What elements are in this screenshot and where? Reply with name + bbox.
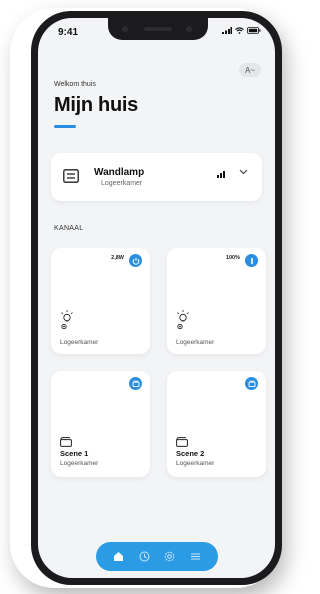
- device-selector-card[interactable]: Wandlamp Logeerkamer: [51, 153, 262, 201]
- tab-menu[interactable]: [187, 549, 203, 565]
- dim-level-badge: 100%: [225, 255, 240, 261]
- signal-strength-icon: [217, 171, 225, 178]
- lightbulb-icon: [177, 310, 189, 330]
- account-button[interactable]: A~: [239, 63, 261, 77]
- camera-icon: [122, 26, 128, 32]
- section-label: KANAAL: [54, 225, 84, 232]
- scene-room: Logeerkamer: [60, 460, 99, 467]
- status-time: 9:41: [58, 27, 79, 38]
- tab-home[interactable]: [111, 549, 127, 565]
- panel-icon: [63, 169, 79, 183]
- sensor-icon: [186, 26, 192, 32]
- power-reading-badge: 2,8W: [111, 255, 124, 261]
- power-icon[interactable]: [129, 254, 142, 267]
- cellular-icon: [222, 27, 232, 34]
- title-underline: [54, 125, 76, 128]
- status-icons: [222, 27, 261, 34]
- scene-icon: [60, 437, 72, 447]
- scene-tile[interactable]: Scene 2 Logeerkamer: [167, 371, 266, 477]
- scene-name: Scene 2: [176, 449, 205, 458]
- play-scene-icon[interactable]: [129, 377, 142, 390]
- scene-name: Scene 1: [60, 449, 89, 458]
- home-icon: [114, 552, 124, 561]
- lightbulb-icon: [61, 310, 73, 330]
- bottom-tab-bar: [96, 542, 218, 571]
- play-scene-icon[interactable]: [245, 377, 258, 390]
- channel-tile[interactable]: 100% Logeerkamer: [167, 248, 266, 354]
- scene-room: Logeerkamer: [176, 460, 215, 467]
- chevron-down-icon[interactable]: [239, 169, 248, 175]
- greeting-text: Welkom thuis: [54, 81, 96, 88]
- channel-room: Logeerkamer: [176, 339, 215, 346]
- dimmer-icon[interactable]: [245, 254, 258, 267]
- scene-tile[interactable]: Scene 1 Logeerkamer: [51, 371, 150, 477]
- phone-frame: 9:41 A~ Welkom thuis Mijn huis Wandlamp …: [31, 11, 282, 585]
- battery-icon: [247, 27, 261, 34]
- notch: [108, 18, 208, 40]
- settings-icon: [164, 551, 175, 562]
- speaker-icon: [144, 27, 172, 31]
- menu-icon: [190, 553, 200, 560]
- tab-settings[interactable]: [162, 549, 178, 565]
- channel-tile[interactable]: 2,8W Logeerkamer: [51, 248, 150, 354]
- page-title: Mijn huis: [54, 94, 138, 116]
- app-screen: 9:41 A~ Welkom thuis Mijn huis Wandlamp …: [38, 18, 275, 578]
- tab-schedule[interactable]: [136, 549, 152, 565]
- device-room: Logeerkamer: [101, 180, 143, 187]
- channel-room: Logeerkamer: [60, 339, 99, 346]
- scene-icon: [176, 437, 188, 447]
- wifi-icon: [235, 27, 244, 34]
- clock-icon: [139, 551, 150, 562]
- device-name: Wandlamp: [94, 167, 145, 178]
